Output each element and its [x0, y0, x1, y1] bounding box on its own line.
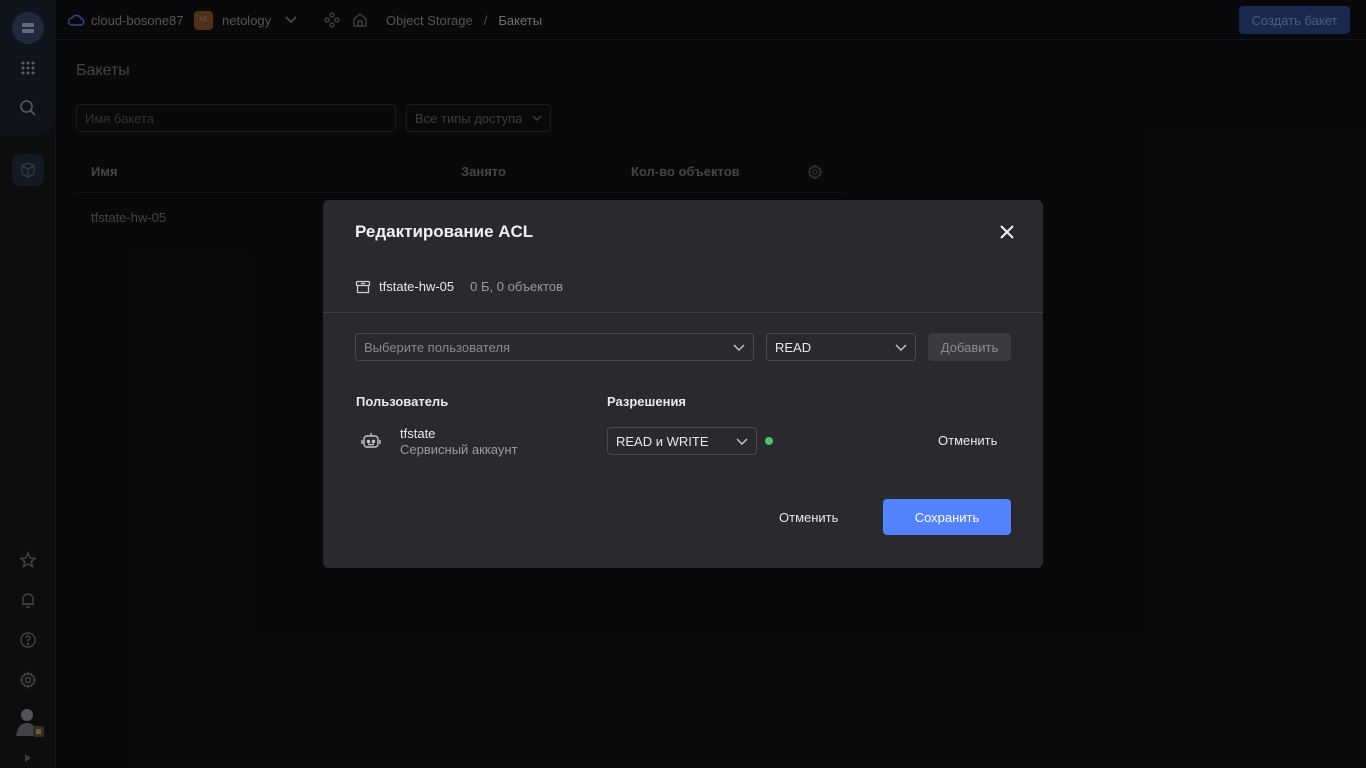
modal-divider [323, 312, 1043, 313]
user-select[interactable]: Выберите пользователя [355, 333, 754, 361]
acl-entry-permission-value: READ и WRITE [616, 433, 709, 449]
save-button[interactable]: Сохранить [883, 499, 1011, 535]
chevron-down-icon [736, 438, 748, 445]
acl-entry-user-type: Сервисный аккаунт [400, 442, 518, 457]
column-header-user: Пользователь [356, 394, 449, 409]
acl-entry-user-name: tfstate [400, 426, 436, 441]
modal-title: Редактирование ACL [355, 222, 534, 241]
robot-icon [361, 431, 381, 451]
user-select-placeholder: Выберите пользователя [364, 339, 511, 355]
column-header-permissions: Разрешения [607, 394, 687, 409]
bucket-icon [355, 280, 371, 293]
acl-entry-permission-select[interactable]: READ и WRITE [607, 427, 757, 455]
chevron-down-icon [733, 344, 745, 351]
bucket-meta: 0 Б, 0 объектов [470, 279, 563, 294]
chevron-down-icon [895, 344, 907, 351]
permission-select-value: READ [775, 339, 812, 355]
cancel-button[interactable]: Отменить [779, 510, 838, 525]
acl-entry-cancel-button[interactable]: Отменить [938, 433, 997, 448]
close-icon[interactable] [995, 220, 1019, 244]
bucket-info: tfstate-hw-05 0 Б, 0 объектов [355, 279, 563, 294]
bucket-name: tfstate-hw-05 [379, 279, 455, 294]
acl-edit-modal: Редактирование ACL tfstate-hw-05 0 Б, 0 … [323, 200, 1043, 568]
permission-select[interactable]: READ [766, 333, 916, 361]
status-dot [765, 437, 773, 445]
add-button[interactable]: Добавить [928, 333, 1011, 361]
